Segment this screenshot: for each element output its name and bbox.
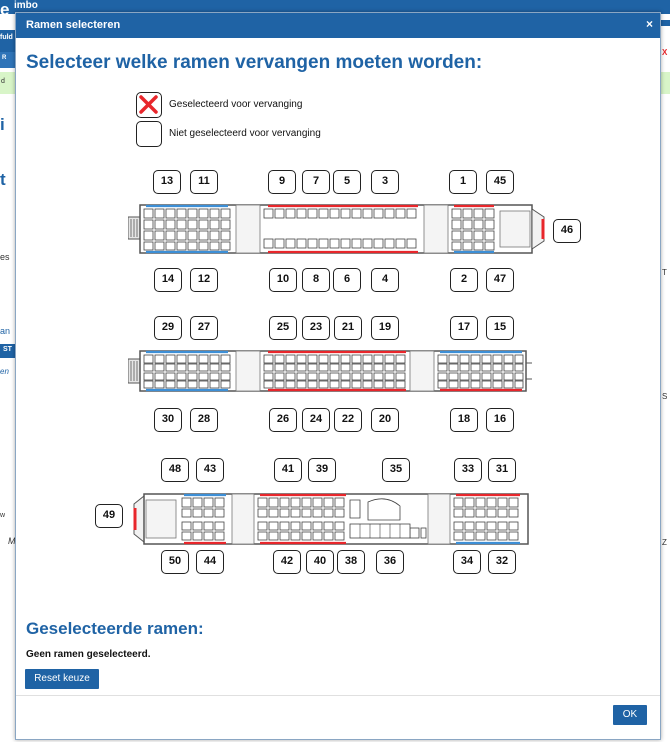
window-button-49[interactable]: 49: [95, 504, 123, 528]
background-text: d: [1, 78, 5, 85]
window-button-4[interactable]: 4: [371, 268, 399, 292]
selected-windows-heading: Geselecteerde ramen:: [26, 619, 204, 638]
window-button-24[interactable]: 24: [302, 408, 330, 432]
window-button-19[interactable]: 19: [371, 316, 399, 340]
train-car-2: [128, 350, 532, 392]
window-button-28[interactable]: 28: [190, 408, 218, 432]
background-text: fuld: [0, 34, 13, 41]
selected-windows-empty-text: Geen ramen geselecteerd.: [26, 649, 151, 660]
ok-button[interactable]: OK: [613, 705, 647, 725]
background-header-text: imbo: [14, 0, 38, 11]
background-text: ST: [3, 346, 12, 353]
window-button-17[interactable]: 17: [450, 316, 478, 340]
background-text: X: [662, 48, 668, 57]
dialog-titlebar[interactable]: Ramen selecteren ×: [16, 13, 660, 38]
reset-selection-button[interactable]: Reset keuze: [25, 669, 99, 689]
window-button-26[interactable]: 26: [269, 408, 297, 432]
window-button-10[interactable]: 10: [269, 268, 297, 292]
window-button-12[interactable]: 12: [190, 268, 218, 292]
window-button-43[interactable]: 43: [196, 458, 224, 482]
background-text: t: [0, 170, 6, 189]
footer-divider: [16, 695, 660, 696]
window-button-30[interactable]: 30: [154, 408, 182, 432]
window-button-50[interactable]: 50: [161, 550, 189, 574]
window-button-36[interactable]: 36: [376, 550, 404, 574]
background-text: e: [0, 0, 10, 19]
window-button-32[interactable]: 32: [488, 550, 516, 574]
background-text: Z: [662, 538, 667, 547]
window-button-18[interactable]: 18: [450, 408, 478, 432]
legend-selected-label: Geselecteerd voor vervanging: [169, 99, 303, 110]
background-text: S: [662, 392, 668, 401]
window-button-33[interactable]: 33: [454, 458, 482, 482]
window-button-41[interactable]: 41: [274, 458, 302, 482]
window-button-42[interactable]: 42: [273, 550, 301, 574]
window-button-1[interactable]: 1: [449, 170, 477, 194]
background-bar: [660, 20, 670, 26]
window-button-3[interactable]: 3: [371, 170, 399, 194]
legend-not-selected-box: [136, 121, 162, 147]
legend-selected-box: [136, 92, 162, 118]
window-button-13[interactable]: 13: [153, 170, 181, 194]
window-selection-dialog: Ramen selecteren × Selecteer welke ramen…: [15, 12, 661, 740]
window-button-9[interactable]: 9: [268, 170, 296, 194]
background-text: T: [662, 268, 667, 277]
background-text: R: [2, 55, 7, 61]
window-button-45[interactable]: 45: [486, 170, 514, 194]
window-button-23[interactable]: 23: [302, 316, 330, 340]
red-x-icon: [139, 95, 158, 114]
window-button-48[interactable]: 48: [161, 458, 189, 482]
window-button-15[interactable]: 15: [486, 316, 514, 340]
train-car-3: [133, 493, 529, 545]
legend-not-selected-label: Niet geselecteerd voor vervanging: [169, 128, 321, 139]
background-text: w: [0, 512, 6, 519]
background-text: es: [0, 252, 10, 262]
window-button-47[interactable]: 47: [486, 268, 514, 292]
close-button[interactable]: ×: [646, 17, 653, 31]
window-button-25[interactable]: 25: [269, 316, 297, 340]
window-button-16[interactable]: 16: [486, 408, 514, 432]
background-notice: [660, 72, 670, 94]
dialog-title: Ramen selecteren: [26, 19, 121, 31]
background-text: en: [0, 367, 9, 376]
window-button-31[interactable]: 31: [488, 458, 516, 482]
window-button-44[interactable]: 44: [196, 550, 224, 574]
window-button-7[interactable]: 7: [302, 170, 330, 194]
window-button-6[interactable]: 6: [333, 268, 361, 292]
window-button-22[interactable]: 22: [334, 408, 362, 432]
window-button-5[interactable]: 5: [333, 170, 361, 194]
window-button-21[interactable]: 21: [334, 316, 362, 340]
background-text: i: [0, 115, 5, 134]
page-heading: Selecteer welke ramen vervangen moeten w…: [26, 52, 483, 73]
window-button-8[interactable]: 8: [302, 268, 330, 292]
window-button-29[interactable]: 29: [154, 316, 182, 340]
window-button-35[interactable]: 35: [382, 458, 410, 482]
window-button-14[interactable]: 14: [154, 268, 182, 292]
window-button-20[interactable]: 20: [371, 408, 399, 432]
window-button-38[interactable]: 38: [337, 550, 365, 574]
window-button-46[interactable]: 46: [553, 219, 581, 243]
window-button-34[interactable]: 34: [453, 550, 481, 574]
window-button-2[interactable]: 2: [450, 268, 478, 292]
window-button-11[interactable]: 11: [190, 170, 218, 194]
window-button-40[interactable]: 40: [306, 550, 334, 574]
window-button-39[interactable]: 39: [308, 458, 336, 482]
window-button-27[interactable]: 27: [190, 316, 218, 340]
background-text: an: [0, 326, 11, 336]
train-car-1: [128, 204, 545, 254]
